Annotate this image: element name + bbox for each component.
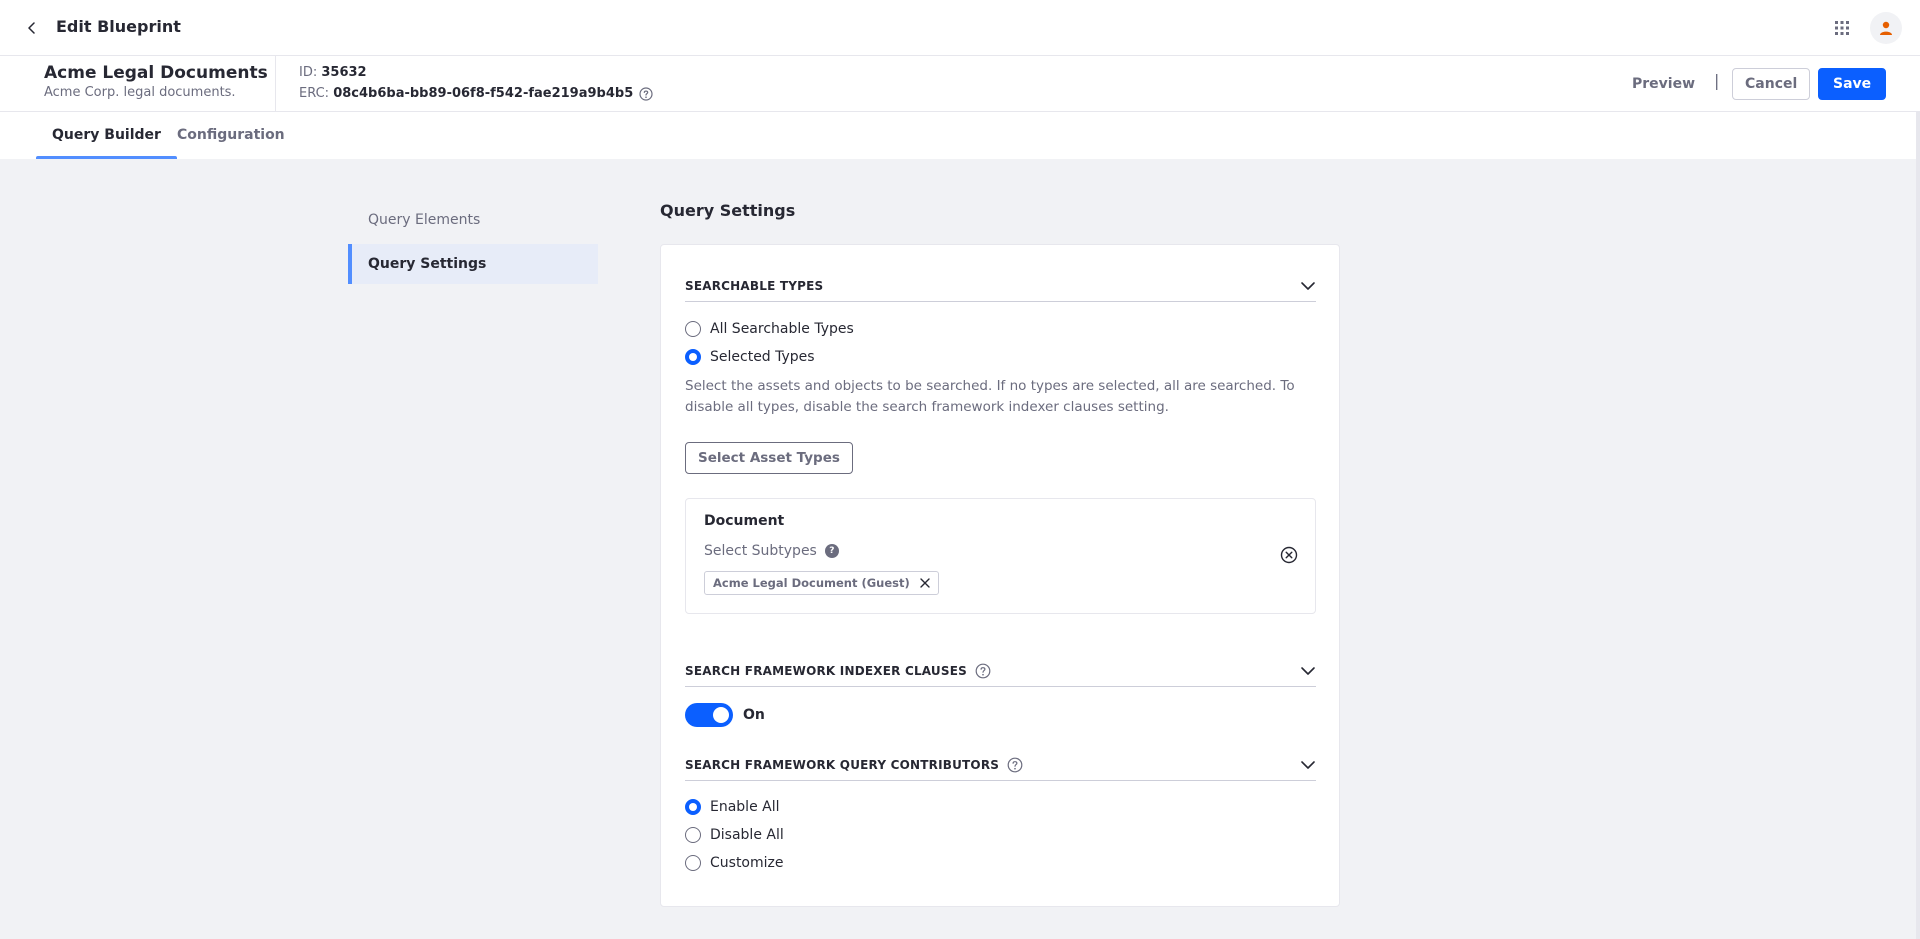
query-contributors-title: SEARCH FRAMEWORK QUERY CONTRIBUTORS [685, 757, 1000, 772]
searchable-types-help: Select the assets and objects to be sear… [685, 378, 1295, 415]
settings-sidebar: Query Elements Query Settings [348, 200, 598, 284]
chevron-down-icon [1300, 278, 1316, 294]
blueprint-name: Acme Legal Documents [44, 63, 268, 83]
radio-selected-types[interactable]: Selected Types [685, 346, 815, 368]
indexer-clauses-panel-header[interactable]: SEARCH FRAMEWORK INDEXER CLAUSES [685, 655, 1316, 687]
radio-disable-all[interactable]: Disable All [685, 824, 784, 846]
page-title: Edit Blueprint [56, 17, 181, 36]
apps-button[interactable] [1830, 16, 1854, 40]
top-bar: Edit Blueprint [0, 0, 1920, 56]
searchable-types-title: SEARCHABLE TYPES [685, 278, 824, 293]
section-heading: Query Settings [660, 201, 796, 220]
subtype-chip: Acme Legal Document (Guest) [704, 571, 939, 595]
close-icon[interactable] [918, 576, 932, 590]
chip-label: Acme Legal Document (Guest) [713, 576, 910, 590]
id-label: ID: [299, 65, 318, 80]
radio-label: Customize [710, 855, 784, 871]
remove-circle-icon[interactable] [1280, 546, 1298, 564]
indexer-clauses-title: SEARCH FRAMEWORK INDEXER CLAUSES [685, 663, 967, 678]
chevron-left-icon [28, 22, 35, 34]
blueprint-id: ID: 35632 [299, 65, 367, 80]
query-settings-card: SEARCHABLE TYPES All Searchable Types Se… [660, 244, 1340, 907]
help-icon[interactable] [1007, 757, 1023, 773]
erc-value: 08c4b6ba-bb89-06f8-f542-fae219a9b4b5 [333, 86, 634, 101]
tab-bar: Query Builder Configuration [0, 112, 1920, 159]
select-asset-types-button[interactable]: Select Asset Types [685, 442, 853, 474]
grid-icon [1835, 21, 1849, 35]
radio-label: Selected Types [710, 349, 815, 365]
tab-configuration[interactable]: Configuration [161, 112, 301, 159]
radio-button[interactable] [685, 321, 701, 337]
toggle-label: On [743, 707, 765, 723]
chevron-down-icon [1300, 663, 1316, 679]
blueprint-erc: ERC: 08c4b6ba-bb89-06f8-f542-fae219a9b4b… [299, 86, 653, 101]
erc-help-icon[interactable] [639, 86, 653, 101]
sidebar-item-query-settings[interactable]: Query Settings [348, 244, 598, 284]
query-contributors-panel-header[interactable]: SEARCH FRAMEWORK QUERY CONTRIBUTORS [685, 749, 1316, 781]
document-type-title: Document [704, 513, 785, 529]
sidebar-item-query-elements[interactable]: Query Elements [348, 200, 598, 240]
toggle-knob [713, 707, 729, 723]
select-subtypes-label: Select Subtypes ? [704, 543, 839, 559]
radio-all-searchable-types[interactable]: All Searchable Types [685, 318, 854, 340]
subtypes-label-text: Select Subtypes [704, 543, 817, 559]
save-button[interactable]: Save [1818, 68, 1887, 100]
scrollbar[interactable] [1916, 112, 1920, 939]
radio-button[interactable] [685, 799, 701, 815]
blueprint-header: Acme Legal Documents Acme Corp. legal do… [0, 56, 1920, 112]
radio-customize[interactable]: Customize [685, 852, 784, 874]
blueprint-description: Acme Corp. legal documents. [44, 85, 236, 100]
erc-label: ERC: [299, 86, 330, 101]
radio-button[interactable] [685, 855, 701, 871]
chevron-down-icon [1300, 757, 1316, 773]
help-icon[interactable] [975, 663, 991, 679]
radio-label: Enable All [710, 799, 780, 815]
indexer-clauses-toggle[interactable]: On [685, 703, 765, 727]
document-type-box: Document Select Subtypes ? Acme Legal Do… [685, 498, 1316, 614]
tab-query-builder[interactable]: Query Builder [36, 112, 177, 159]
id-value: 35632 [321, 65, 367, 80]
searchable-types-panel-header[interactable]: SEARCHABLE TYPES [685, 270, 1316, 302]
back-button[interactable] [20, 16, 44, 40]
radio-label: All Searchable Types [710, 321, 854, 337]
preview-button[interactable]: Preview [1620, 68, 1707, 100]
avatar[interactable] [1870, 12, 1902, 44]
help-icon[interactable]: ? [824, 544, 839, 558]
user-icon [1880, 21, 1892, 35]
radio-label: Disable All [710, 827, 784, 843]
radio-button[interactable] [685, 349, 701, 365]
radio-button[interactable] [685, 827, 701, 843]
cancel-button[interactable]: Cancel [1732, 68, 1811, 100]
action-separator: | [1714, 71, 1720, 90]
toggle-switch[interactable] [685, 703, 733, 727]
radio-enable-all[interactable]: Enable All [685, 796, 780, 818]
header-divider [275, 56, 276, 112]
